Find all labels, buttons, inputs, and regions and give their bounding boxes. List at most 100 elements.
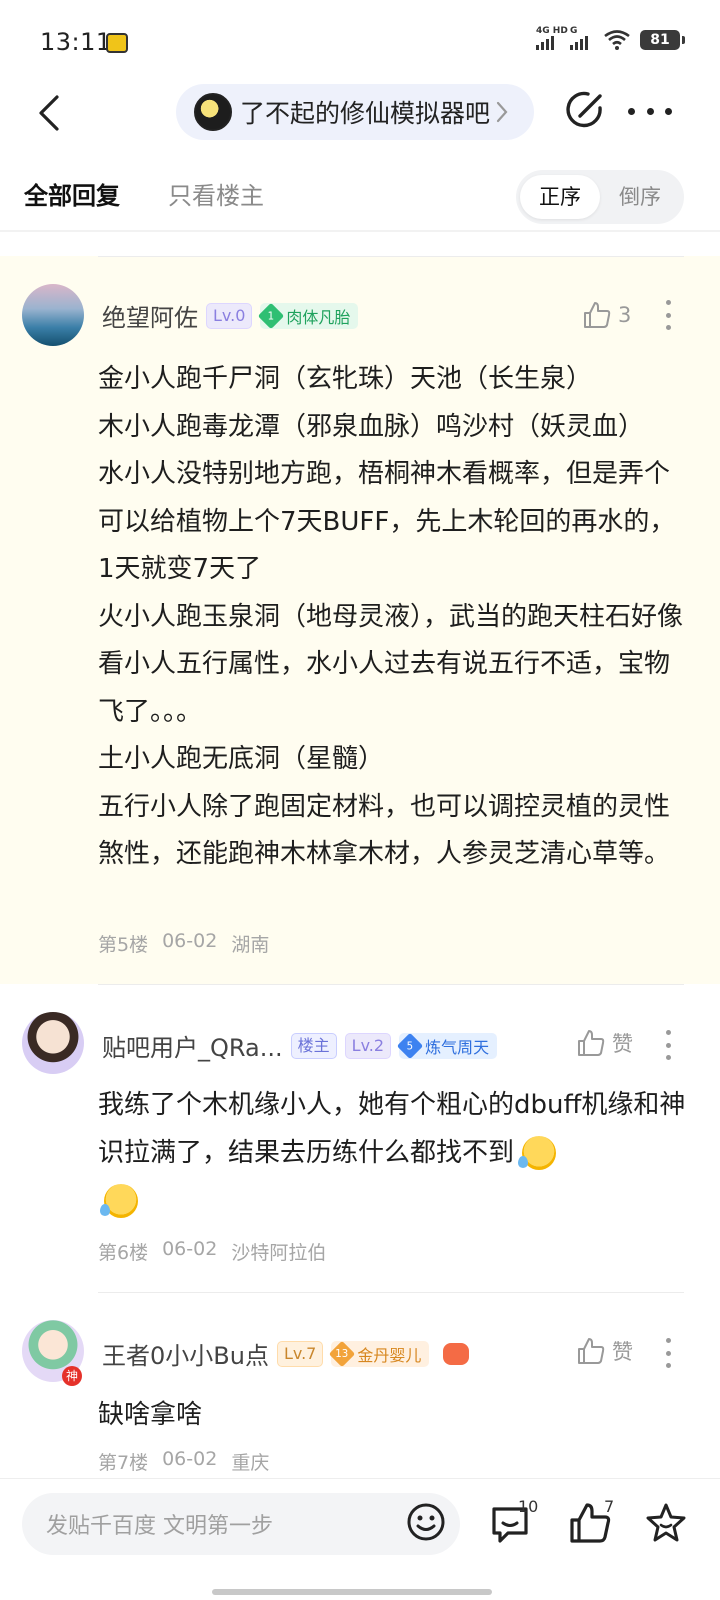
post-more-button[interactable]: [662, 1338, 674, 1368]
cellular-signal-2-icon: G: [570, 26, 594, 50]
like-label: 赞: [612, 1032, 633, 1056]
status-time: 13:11: [40, 28, 112, 56]
floor-number: 第7楼: [98, 1452, 149, 1474]
avatar[interactable]: [22, 1012, 84, 1074]
title-badge-label: 金丹婴儿: [357, 1345, 422, 1365]
gamepad-icon: [443, 1342, 470, 1365]
avatar[interactable]: [22, 284, 84, 346]
reply-post: 绝望阿佐 Lv.0 1 肉体凡胎 3 金小人跑千尸洞（玄牝珠）天池（长生泉） 木…: [0, 256, 720, 984]
post-line: 缺啥拿啥: [98, 1400, 203, 1430]
thumb-up-icon: [578, 1338, 605, 1364]
divider: [0, 230, 720, 232]
post-line: 火小人跑玉泉洞（地母灵液），武当的跑天柱石好像看小人五行属性，水小人过去有说五行…: [98, 601, 684, 727]
post-line: 金小人跑千尸洞（玄牝珠）天池（长生泉）: [98, 364, 593, 394]
reply-input[interactable]: 发贴千百度 文明第一步: [22, 1493, 460, 1555]
more-dots-icon: [628, 107, 635, 115]
like-label: 赞: [612, 1340, 633, 1364]
post-line: 水小人没特别地方跑，梧桐神木看概率，但是弄个可以给植物上个7天BUFF，先上木轮…: [98, 459, 676, 584]
author-row: 贴吧用户_QRa... 楼主 Lv.2 5 炼气周天: [102, 1028, 498, 1063]
battery-indicator: 81: [640, 30, 685, 50]
like-button[interactable]: 3: [582, 300, 631, 330]
divider: [98, 984, 684, 985]
back-button[interactable]: [24, 88, 74, 138]
sweat-emoji-icon: [518, 1136, 557, 1170]
top-nav-bar: 了不起的修仙模拟器吧: [0, 80, 720, 150]
post-meta: 第5楼 06-02 湖南: [98, 930, 269, 957]
wifi-icon: [604, 30, 630, 50]
title-badge: 13 金丹婴儿: [329, 1340, 430, 1367]
post-date: 06-02: [162, 1238, 218, 1260]
post-body: 金小人跑千尸洞（玄牝珠）天池（长生泉） 木小人跑毒龙潭（邪泉血脉）鸣沙村（妖灵血…: [98, 356, 688, 879]
op-badge: 楼主: [290, 1032, 337, 1059]
reply-post: 神 王者0小小Bu点 Lv.7 13 金丹婴儿 赞 缺啥拿啥 第7楼 06-02…: [0, 1292, 720, 1478]
reply-filter-bar: 全部回复 只看楼主 正序 倒序: [0, 160, 720, 230]
cellular-signal-icon: 4G HD: [536, 26, 568, 50]
title-badge-label: 炼气周天: [425, 1037, 490, 1057]
post-line: 木小人跑毒龙潭（邪泉血脉）鸣沙村（妖灵血）: [98, 411, 645, 442]
status-indicators: 4G HD G 81: [536, 26, 685, 50]
title-badge-label: 肉体凡胎: [286, 307, 351, 327]
post-meta: 第6楼 06-02 沙特阿拉伯: [98, 1238, 326, 1265]
thumb-up-icon: [584, 302, 611, 328]
divider: [98, 1292, 684, 1293]
post-line: 土小人跑无底洞（星髓）: [98, 744, 385, 774]
reply-post: 贴吧用户_QRa... 楼主 Lv.2 5 炼气周天 赞 我练了个木机缘小人，她…: [0, 984, 720, 1292]
author-row: 绝望阿佐 Lv.0 1 肉体凡胎: [102, 298, 359, 333]
post-date: 06-02: [162, 1448, 218, 1470]
post-more-button[interactable]: [662, 1030, 674, 1060]
like-count: 3: [618, 303, 632, 327]
like-button[interactable]: 赞: [576, 1028, 633, 1058]
gem-icon: 13: [329, 1340, 356, 1367]
gem-icon: 1: [258, 302, 285, 329]
home-indicator[interactable]: [212, 1589, 492, 1595]
comment-count: 10: [518, 1497, 539, 1516]
floor-number: 第6楼: [98, 1242, 149, 1264]
like-button[interactable]: 赞: [576, 1336, 633, 1366]
tab-op-only[interactable]: 只看楼主: [168, 176, 264, 211]
emoji-icon[interactable]: [406, 1502, 446, 1542]
level-badge: Lv.7: [276, 1340, 324, 1367]
author-name[interactable]: 贴吧用户_QRa...: [102, 1028, 283, 1063]
avatar-badge: 神: [62, 1366, 82, 1386]
floor-number: 第5楼: [98, 934, 149, 956]
sort-order-toggle: 正序 倒序: [516, 170, 684, 224]
divider: [98, 256, 684, 257]
forum-name-pill[interactable]: 了不起的修仙模拟器吧: [176, 84, 534, 140]
forum-name: 了不起的修仙模拟器吧: [240, 99, 491, 128]
post-more-button[interactable]: [662, 300, 674, 330]
notification-app-icon: [106, 33, 128, 53]
tab-all-replies[interactable]: 全部回复: [24, 176, 120, 211]
network-type-label: 4G HD: [536, 26, 568, 36]
author-name[interactable]: 王者0小小Bu点: [102, 1336, 269, 1371]
post-line: 五行小人除了跑固定材料，也可以调控灵植的灵性煞性，还能跑神木林拿木材，人参灵芝清…: [98, 791, 671, 870]
author-row: 王者0小小Bu点 Lv.7 13 金丹婴儿: [102, 1336, 470, 1371]
more-options-button[interactable]: [628, 96, 672, 126]
post-meta: 第7楼 06-02 重庆: [98, 1448, 269, 1475]
gem-icon: 5: [396, 1032, 424, 1059]
reply-placeholder: 发贴千百度 文明第一步: [46, 1514, 273, 1539]
post-date: 06-02: [162, 930, 218, 952]
author-name[interactable]: 绝望阿佐: [102, 298, 198, 333]
post-line: 我练了个木机缘小人，她有个粗心的dbuff机缘和神识拉满了，结果去历练什么都找不…: [98, 1082, 688, 1225]
back-arrow-icon: [39, 95, 59, 131]
thumb-up-icon: [578, 1030, 605, 1056]
edit-button[interactable]: [566, 90, 606, 130]
chevron-right-icon: [496, 101, 508, 123]
forum-avatar: [194, 93, 232, 131]
network-type-2-label: G: [570, 26, 578, 36]
level-badge: Lv.0: [206, 302, 253, 329]
post-location: 重庆: [231, 1452, 270, 1474]
title-badge: 1 肉体凡胎: [258, 302, 359, 329]
sort-ascending-button[interactable]: 正序: [520, 175, 600, 219]
post-location: 沙特阿拉伯: [231, 1242, 327, 1264]
like-count: 7: [604, 1497, 615, 1516]
post-location: 湖南: [231, 934, 270, 956]
star-icon[interactable]: [644, 1501, 688, 1545]
post-body: 我练了个木机缘小人，她有个粗心的dbuff机缘和神识拉满了，结果去历练什么都找不…: [98, 1082, 688, 1225]
status-bar: 13:11 4G HD G 81: [0, 0, 720, 80]
level-badge: Lv.2: [344, 1032, 392, 1059]
bottom-action-bar: 发贴千百度 文明第一步 10 7: [0, 1478, 720, 1600]
sort-descending-button[interactable]: 倒序: [600, 175, 680, 219]
post-text: 我练了个木机缘小人，她有个粗心的dbuff机缘和神识拉满了，结果去历练什么都找不…: [98, 1090, 686, 1168]
title-badge: 5 炼气周天: [396, 1032, 498, 1059]
